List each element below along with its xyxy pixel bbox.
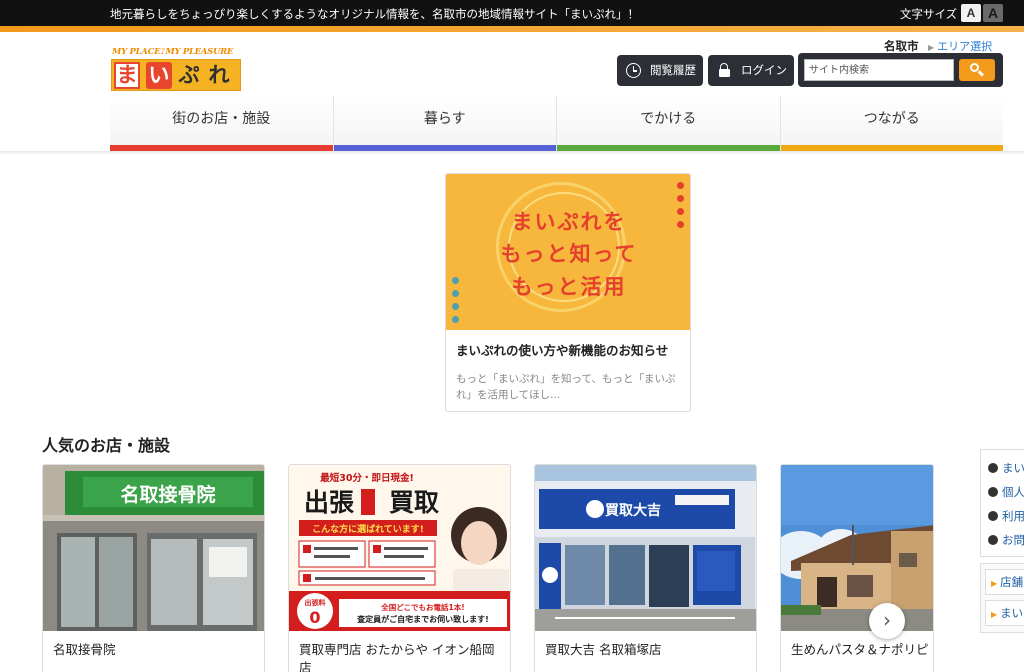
ad-fee-label: 出張料 xyxy=(305,598,326,607)
nav-item-living[interactable]: 暮らす xyxy=(332,96,556,151)
banner-line: まいぷれを xyxy=(511,210,627,234)
ad-call: 全国どこでもお電話1本! xyxy=(380,602,464,612)
triangle-right-icon: ▶ xyxy=(928,43,935,52)
nav-item-connect[interactable]: つながる xyxy=(779,96,1003,151)
area-select-link[interactable]: ▶ エリア選択 xyxy=(928,38,992,54)
arrow-circle-icon xyxy=(988,510,998,521)
arrow-circle-icon xyxy=(988,462,998,473)
nav-item-label: 街のお店・施設 xyxy=(172,111,271,127)
area-select-label: エリア選択 xyxy=(937,40,993,53)
logo-tagline: MY PLACE♪MY PLEASURE xyxy=(112,47,234,57)
shop-photo: 買取大吉 xyxy=(535,465,756,631)
shop-card[interactable]: 名取接骨院 名取接骨院 xyxy=(42,464,265,672)
triangle-right-icon: ▶ xyxy=(991,610,998,619)
shop-sign: 名取接骨院 xyxy=(120,483,215,506)
login-label: ログイン xyxy=(741,63,787,77)
shop-card[interactable]: 最短30分・即日現金! 出張 買取 こんな方に選ばれています! 出張料 0 全国… xyxy=(288,464,511,672)
nav-item-label: つながる xyxy=(863,111,920,127)
shop-card[interactable]: 買取大吉 買取大吉 名取箱塚店 xyxy=(534,464,757,672)
shop-name: 生めんパスタ＆ナポリピ パン亘理 xyxy=(791,642,933,657)
arrow-circle-icon xyxy=(988,486,998,497)
nav-item-shops[interactable]: 街のお店・施設 xyxy=(110,96,333,151)
sidebar-info-links: まい 個人 利用 お問 xyxy=(980,449,1024,557)
ad-headline: 最短30分・即日現金! xyxy=(320,472,414,484)
login-button[interactable]: ログイン xyxy=(708,55,794,86)
logo-char: ぷ xyxy=(178,63,200,87)
feature-description: もっと「まいぷれ」を知って、もっと「まいぷれ」を活用してほし... xyxy=(456,373,676,401)
shop-name: 買取専門店 おたからや イオン船岡店 xyxy=(299,642,495,672)
lock-icon xyxy=(717,63,732,78)
shop-photo: 名取接骨院 xyxy=(43,465,264,631)
chevron-right-icon: › xyxy=(883,608,891,632)
nav-item-label: 暮らす xyxy=(423,111,466,127)
ad-main-1: 出張 xyxy=(304,488,355,517)
shop-sign: 買取大吉 xyxy=(605,502,661,519)
shop-name: 名取接骨院 xyxy=(53,642,116,657)
font-size-label: 文字サイズ xyxy=(900,7,958,21)
banner-line: もっと活用 xyxy=(511,275,627,299)
shop-card[interactable]: 生めんパスタ＆ナポリピ パン亘理 xyxy=(780,464,934,672)
logo-char: れ xyxy=(208,63,230,87)
logo-char: ま xyxy=(114,62,140,89)
sidebar-button[interactable]: ▶ 店舗 xyxy=(985,569,1024,595)
triangle-right-icon: ▶ xyxy=(991,579,998,588)
search-button[interactable] xyxy=(959,59,995,81)
section-title-popular: 人気のお店・施設 xyxy=(42,436,171,455)
sidebar-link[interactable]: 個人 xyxy=(988,484,1024,500)
nav-item-label: でかける xyxy=(640,111,697,127)
feature-title: まいぷれの使い方や新機能のお知らせ xyxy=(456,343,669,358)
shop-photo xyxy=(781,465,933,631)
current-city: 名取市 xyxy=(884,39,919,53)
font-size-large-button[interactable]: A xyxy=(983,4,1003,22)
top-bar: 地元暮らしをちょっぴり楽しくするようなオリジナル情報を、名取市の地域情報サイト「… xyxy=(0,0,1024,26)
logo-mark: ま い ぷ れ xyxy=(111,59,241,91)
global-nav: 街のお店・施設 暮らす でかける つながる xyxy=(110,96,1003,151)
search-input[interactable] xyxy=(804,59,954,81)
clock-icon xyxy=(626,63,641,78)
nav-item-outings[interactable]: でかける xyxy=(556,96,780,151)
history-button[interactable]: 閲覧履歴 xyxy=(617,55,703,86)
site-logo[interactable]: MY PLACE♪MY PLEASURE ま い ぷ れ xyxy=(110,47,242,93)
ad-sub: こんな方に選ばれています! xyxy=(312,523,424,535)
banner-line: もっと知って xyxy=(500,242,638,266)
sidebar-button[interactable]: ▶ まい xyxy=(985,600,1024,626)
logo-char: い xyxy=(146,62,172,89)
feature-banner: まいぷれを もっと知って もっと活用 xyxy=(446,174,690,330)
feature-card[interactable]: まいぷれを もっと知って もっと活用 まいぷれの使い方や新機能のお知らせ もっと… xyxy=(445,173,691,412)
font-size-small-button[interactable]: A xyxy=(961,4,981,22)
ad-main-2: 買取 xyxy=(389,488,439,517)
site-tagline: 地元暮らしをちょっぴり楽しくするようなオリジナル情報を、名取市の地域情報サイト「… xyxy=(110,7,639,21)
sidebar-link[interactable]: お問 xyxy=(988,532,1024,548)
history-label: 閲覧履歴 xyxy=(650,63,696,77)
sidebar-link[interactable]: まい xyxy=(988,460,1024,476)
sidebar-buttons: ▶ 店舗 ▶ まい xyxy=(980,563,1024,633)
shop-photo: 最短30分・即日現金! 出張 買取 こんな方に選ばれています! 出張料 0 全国… xyxy=(289,465,510,631)
shop-name: 買取大吉 名取箱塚店 xyxy=(545,642,662,657)
sidebar-link[interactable]: 利用 xyxy=(988,508,1024,524)
ad-fee-value: 0 xyxy=(309,608,320,627)
ad-call-2: 査定員がご自宅までお伺い致します! xyxy=(356,614,489,624)
carousel-next-button[interactable]: › xyxy=(869,603,905,639)
site-search xyxy=(798,53,1003,87)
arrow-circle-icon xyxy=(988,534,998,545)
header-stripe xyxy=(0,26,1024,32)
